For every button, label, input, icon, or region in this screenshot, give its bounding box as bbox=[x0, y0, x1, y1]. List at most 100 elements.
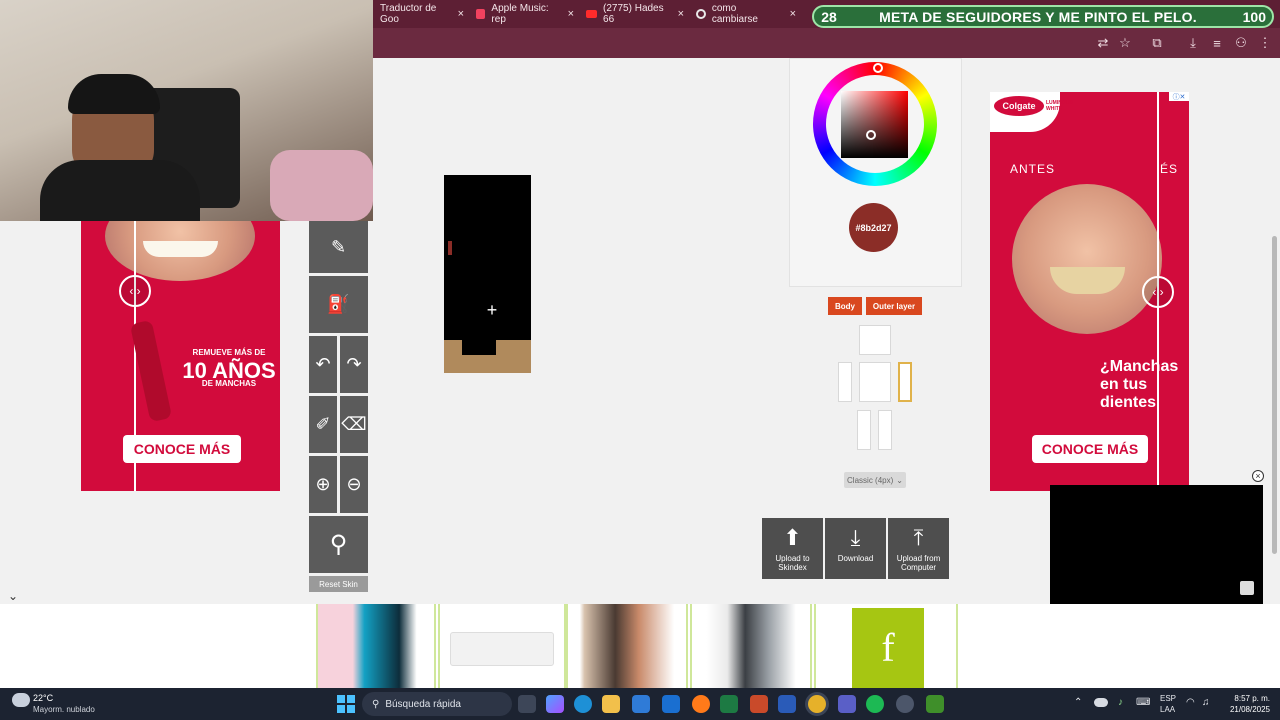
part-left-arm[interactable] bbox=[898, 362, 912, 402]
tab-google[interactable]: como cambiarse × bbox=[690, 3, 802, 25]
download-button[interactable]: ⤓ Download bbox=[825, 518, 886, 579]
outlook-icon[interactable] bbox=[662, 695, 680, 713]
part-right-leg[interactable] bbox=[857, 410, 871, 450]
scrollbar-thumb[interactable] bbox=[1272, 236, 1277, 554]
part-right-arm[interactable] bbox=[838, 362, 852, 402]
video-popup[interactable] bbox=[1050, 485, 1263, 605]
wifi-icon[interactable]: ◠ bbox=[1186, 697, 1195, 708]
pencil-tool[interactable]: ✐ bbox=[309, 396, 337, 453]
obs-icon[interactable] bbox=[896, 695, 914, 713]
toothpaste-image bbox=[129, 319, 173, 423]
upload-computer-button[interactable]: ⤒ Upload from Computer bbox=[888, 518, 949, 579]
volume-icon[interactable]: ♫ bbox=[1202, 697, 1210, 708]
extensions-icon[interactable]: ⧉ bbox=[1148, 34, 1166, 52]
ad-right[interactable]: Colgate LUMINOUS WHITE ANTES ÉS ‹ › ¿Man… bbox=[990, 92, 1189, 491]
tab-translator[interactable]: Traductor de Goo × bbox=[374, 3, 470, 25]
download-icon[interactable]: ⤓ bbox=[1184, 34, 1202, 52]
store-icon[interactable] bbox=[632, 695, 650, 713]
undo-button[interactable]: ↶ bbox=[309, 336, 337, 393]
slider-handle[interactable]: ‹ › bbox=[1142, 276, 1174, 308]
toggle-parts-button[interactable]: ⚲ bbox=[309, 516, 368, 573]
minecraft-icon[interactable] bbox=[926, 695, 944, 713]
outer-layer-button[interactable]: Outer layer bbox=[866, 297, 922, 315]
upload-skindex-button[interactable]: ⬆ Upload to Skindex bbox=[762, 518, 823, 579]
file-explorer-icon[interactable] bbox=[602, 695, 620, 713]
part-left-leg[interactable] bbox=[878, 410, 892, 450]
color-swatch: #8b2d27 bbox=[849, 203, 898, 252]
excel-icon[interactable] bbox=[720, 695, 738, 713]
zoom-in-button[interactable]: ⊕ bbox=[309, 456, 337, 513]
media-icon[interactable]: ≡ bbox=[1208, 34, 1226, 52]
close-icon[interactable]: × bbox=[568, 8, 574, 20]
profile-icon[interactable]: ⚇ bbox=[1232, 34, 1250, 52]
chrome-icon[interactable] bbox=[808, 695, 826, 713]
saturation-square[interactable] bbox=[841, 91, 908, 158]
task-view-icon[interactable] bbox=[518, 695, 536, 713]
bookmark-star-icon[interactable]: ☆ bbox=[1116, 34, 1134, 52]
slider-handle[interactable]: ‹ › bbox=[119, 275, 151, 307]
edge-icon[interactable] bbox=[574, 695, 592, 713]
webcam-overlay bbox=[0, 0, 373, 221]
copilot-icon[interactable] bbox=[546, 695, 564, 713]
firefox-icon[interactable] bbox=[692, 695, 710, 713]
product-falabella[interactable]: f bbox=[814, 604, 958, 688]
fill-tool[interactable]: ⛽ bbox=[309, 276, 368, 333]
lang-primary[interactable]: ESP bbox=[1160, 694, 1176, 703]
chevron-up-icon[interactable]: ⌃ bbox=[1074, 697, 1082, 708]
body-layer-button[interactable]: Body bbox=[828, 297, 862, 315]
saturation-picker-knob[interactable] bbox=[866, 130, 876, 140]
goal-text: META DE SEGUIDORES Y ME PINTO EL PELO. bbox=[879, 8, 1197, 25]
youtube-icon bbox=[586, 10, 598, 18]
goal-target: 100 bbox=[1242, 8, 1266, 25]
ad-cta-button[interactable]: CONOCE MÁS bbox=[123, 435, 241, 463]
model-select[interactable]: Classic (4px) ⌄ bbox=[844, 472, 906, 488]
chevron-down-icon[interactable]: ⌄ bbox=[8, 590, 22, 602]
taskbar-search[interactable]: ⚲ Búsqueda rápida bbox=[362, 692, 512, 716]
smile-image bbox=[1012, 184, 1162, 334]
tab-apple-music[interactable]: Apple Music: rep × bbox=[470, 3, 580, 25]
tab-youtube[interactable]: (2775) Hades 66 × bbox=[580, 3, 690, 25]
close-icon[interactable]: × bbox=[790, 8, 796, 20]
keyboard-icon[interactable]: ⌨ bbox=[1136, 697, 1150, 708]
product-phone-1[interactable] bbox=[316, 604, 436, 688]
reset-skin-button[interactable]: Reset Skin bbox=[309, 576, 368, 592]
product-ac[interactable] bbox=[438, 604, 566, 688]
translate-icon[interactable]: ⇄ bbox=[1094, 34, 1112, 52]
weather-desc[interactable]: Mayorm. nublado bbox=[33, 705, 95, 714]
ad-right-text: ¿Manchas en tus dientes bbox=[1100, 358, 1179, 411]
eraser-tool[interactable]: ⌫ bbox=[340, 396, 368, 453]
powerpoint-icon[interactable] bbox=[750, 695, 768, 713]
part-torso[interactable] bbox=[859, 362, 891, 402]
product-phone-2[interactable] bbox=[566, 604, 688, 688]
search-icon: ⚲ bbox=[372, 698, 380, 710]
spotify-icon[interactable] bbox=[866, 695, 884, 713]
onedrive-icon[interactable] bbox=[1094, 698, 1108, 707]
music-icon bbox=[476, 9, 486, 19]
close-icon[interactable]: × bbox=[678, 8, 684, 20]
ad-info-icon[interactable]: ⓘ✕ bbox=[1169, 92, 1189, 101]
close-icon[interactable]: × bbox=[458, 8, 464, 20]
eyedropper-tool[interactable]: ✎ bbox=[309, 221, 368, 273]
ac-image bbox=[450, 632, 554, 666]
windows-start-icon[interactable] bbox=[337, 695, 355, 713]
menu-icon[interactable]: ⋮ bbox=[1256, 34, 1274, 52]
clock-time[interactable]: 8:57 p. m. bbox=[1220, 694, 1270, 703]
clock-date[interactable]: 21/08/2025 bbox=[1220, 705, 1270, 714]
lang-secondary[interactable]: LAA bbox=[1160, 705, 1175, 714]
ad-cta-button[interactable]: CONOCE MÁS bbox=[1032, 435, 1148, 463]
weather-temp[interactable]: 22°C bbox=[33, 693, 53, 703]
skin-canvas[interactable]: + bbox=[444, 175, 531, 373]
zoom-out-button[interactable]: ⊖ bbox=[340, 456, 368, 513]
ad-left[interactable]: ‹ › REMUEVE MÁS DE 10 AÑOS DE MANCHAS CO… bbox=[81, 221, 280, 491]
teams-icon[interactable] bbox=[838, 695, 856, 713]
product-phone-3[interactable] bbox=[690, 604, 812, 688]
word-icon[interactable] bbox=[778, 695, 796, 713]
close-popup-icon[interactable]: × bbox=[1252, 470, 1264, 482]
painted-pixel bbox=[448, 241, 452, 255]
redo-button[interactable]: ↷ bbox=[340, 336, 368, 393]
part-head[interactable] bbox=[859, 325, 891, 355]
download-icon: ⤓ bbox=[850, 525, 861, 550]
hue-picker-knob[interactable] bbox=[873, 63, 883, 73]
mic-icon[interactable]: ♪ bbox=[1118, 697, 1123, 708]
crosshair-cursor-icon: + bbox=[486, 300, 498, 320]
